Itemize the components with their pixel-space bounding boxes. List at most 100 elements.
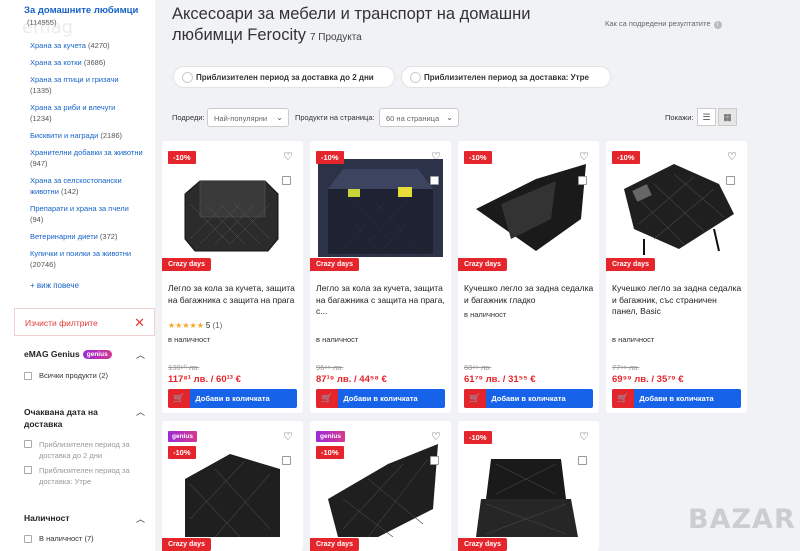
new-price: 61⁷⁹ лв. / 31⁵⁵ € bbox=[464, 374, 536, 385]
sidebar-subcategories: Храна за кучета (4270) Храна за котки (3… bbox=[30, 40, 152, 276]
sidebar-subcat-fish-food[interactable]: Храна за риби и влечуги (1234) bbox=[30, 102, 152, 124]
see-more-link[interactable]: + виж повече bbox=[30, 281, 79, 290]
sort-label: Подреди: bbox=[172, 113, 205, 122]
checkbox[interactable] bbox=[24, 535, 32, 543]
checkbox[interactable] bbox=[24, 440, 32, 448]
new-price: 69⁹⁹ лв. / 35⁷⁹ € bbox=[612, 374, 684, 385]
product-title[interactable]: Кучешко легло за задна седалка и багажни… bbox=[612, 283, 742, 318]
add-to-cart-button[interactable]: 🛒 Добави в количката bbox=[316, 389, 445, 408]
cart-icon: 🛒 bbox=[316, 389, 338, 408]
discount-badge: -10% bbox=[316, 151, 344, 164]
compare-checkbox[interactable] bbox=[578, 176, 587, 185]
product-title[interactable]: Легло за кола за кучета, защита на багаж… bbox=[168, 283, 298, 306]
heart-icon[interactable]: ♡ bbox=[431, 150, 441, 163]
heart-icon[interactable]: ♡ bbox=[579, 150, 589, 163]
add-to-cart-button[interactable]: 🛒 Добави в количката bbox=[464, 389, 593, 408]
stock-status: в наличност bbox=[316, 335, 359, 344]
chevron-up-icon[interactable]: ︿ bbox=[136, 512, 145, 525]
stock-status: в наличност bbox=[464, 310, 507, 319]
per-page-select[interactable]: 60 на страница ⌄ bbox=[379, 108, 459, 127]
add-to-cart-button[interactable]: 🛒 Добави в количката bbox=[612, 389, 741, 408]
product-image[interactable] bbox=[170, 159, 295, 257]
sidebar-subcat-treats[interactable]: Бисквити и награди (2186) bbox=[30, 130, 152, 141]
sidebar-subcat-bird-food[interactable]: Храна за птици и гризачи (1335) bbox=[30, 74, 152, 96]
discount-badge: -10% bbox=[612, 151, 640, 164]
cart-icon: 🛒 bbox=[464, 389, 486, 408]
delivery-filter-title: Очаквана дата на доставка bbox=[24, 407, 98, 429]
heart-icon[interactable]: ♡ bbox=[727, 150, 737, 163]
add-to-cart-button[interactable]: 🛒 Добави в количката bbox=[168, 389, 297, 408]
crazy-days-badge: Crazy days bbox=[162, 538, 211, 551]
list-view-icon[interactable]: ☰ bbox=[697, 108, 716, 126]
product-image[interactable] bbox=[466, 159, 591, 257]
sidebar-subcat-supplements[interactable]: Хранителни добавки за животни (947) bbox=[30, 147, 152, 169]
crazy-days-badge: Crazy days bbox=[458, 538, 507, 551]
sidebar-main-category[interactable]: За домашните любимци bbox=[24, 5, 138, 16]
genius-badge: genius bbox=[316, 431, 345, 442]
clear-filters-label: Изчисти филтрите bbox=[25, 318, 98, 328]
old-price: 130⁹⁰ лв. bbox=[168, 363, 200, 372]
chevron-up-icon[interactable]: ︿ bbox=[136, 348, 145, 361]
compare-checkbox[interactable] bbox=[578, 456, 587, 465]
chevron-down-icon: ⌄ bbox=[446, 113, 453, 122]
heart-icon[interactable]: ♡ bbox=[283, 150, 293, 163]
crazy-days-badge: Crazy days bbox=[458, 258, 507, 271]
sidebar-subcat-bowls[interactable]: Купички и поилки за животни (20746) bbox=[30, 248, 152, 270]
product-card[interactable]: -10% ♡ Crazy days Легло за кола за кучет… bbox=[310, 141, 451, 413]
compare-checkbox[interactable] bbox=[430, 456, 439, 465]
sidebar-subcat-farm-food[interactable]: Храна за селскостопански животни (142) bbox=[30, 175, 152, 197]
stock-status: в наличност bbox=[612, 335, 655, 344]
sidebar-subcat-dog-food[interactable]: Храна за кучета (4270) bbox=[30, 40, 152, 51]
discount-badge: -10% bbox=[316, 446, 344, 459]
sort-select[interactable]: Най-популярни ⌄ bbox=[207, 108, 289, 127]
product-image[interactable] bbox=[614, 159, 739, 257]
genius-option[interactable]: Всички продукти (2) bbox=[24, 371, 108, 380]
close-icon: ✕ bbox=[134, 315, 145, 330]
product-card[interactable]: -10% ♡ Crazy days Легло за кола за кучет… bbox=[162, 141, 303, 413]
product-card[interactable]: -10% ♡ Crazy days bbox=[458, 421, 599, 551]
ranking-info-link[interactable]: Как са подредени резултатите i bbox=[605, 19, 722, 29]
delivery-filter: Очаквана дата на доставка ︿ Приблизителе… bbox=[14, 396, 155, 498]
product-title[interactable]: Кучешко легло за задна седалка и багажни… bbox=[464, 283, 594, 306]
crazy-days-badge: Crazy days bbox=[310, 258, 359, 271]
checkbox[interactable] bbox=[24, 466, 32, 474]
chip-delivery-2days[interactable]: Приблизителен период за доставка до 2 дн… bbox=[173, 66, 395, 88]
compare-checkbox[interactable] bbox=[430, 176, 439, 185]
genius-pill: genius bbox=[82, 350, 112, 359]
radio-icon bbox=[410, 72, 421, 83]
product-image[interactable] bbox=[466, 439, 591, 537]
info-icon: i bbox=[713, 21, 722, 29]
heart-icon[interactable]: ♡ bbox=[283, 430, 293, 443]
discount-badge: -10% bbox=[168, 151, 196, 164]
product-card[interactable]: -10% ♡ Crazy days Кучешко легло за задна… bbox=[606, 141, 747, 413]
chevron-up-icon[interactable]: ︿ bbox=[136, 405, 145, 418]
compare-checkbox[interactable] bbox=[282, 456, 291, 465]
old-price: 96⁹⁹ лв. bbox=[316, 363, 344, 372]
product-card[interactable]: -10% ♡ Crazy days Кучешко легло за задна… bbox=[458, 141, 599, 413]
crazy-days-badge: Crazy days bbox=[162, 258, 211, 271]
genius-filter: eMAG Genius genius ︿ Всички продукти (2) bbox=[14, 340, 155, 390]
product-card[interactable]: genius -10% ♡ Crazy days bbox=[162, 421, 303, 551]
clear-filters-button[interactable]: Изчисти филтрите ✕ bbox=[14, 308, 155, 336]
product-title[interactable]: Легло за кола за кучета, защита на багаж… bbox=[316, 283, 446, 318]
discount-badge: -10% bbox=[464, 151, 492, 164]
compare-checkbox[interactable] bbox=[726, 176, 735, 185]
sidebar-subcat-vet-diets[interactable]: Ветеринарни диети (372) bbox=[30, 231, 152, 242]
sidebar-subcat-bees[interactable]: Препарати и храна за пчели (94) bbox=[30, 203, 152, 225]
heart-icon[interactable]: ♡ bbox=[579, 430, 589, 443]
product-card[interactable]: genius -10% ♡ Crazy days bbox=[310, 421, 451, 551]
stock-option[interactable]: В наличност (7) bbox=[24, 534, 94, 543]
heart-icon[interactable]: ♡ bbox=[431, 430, 441, 443]
star-icon: ★★★★★ bbox=[168, 321, 204, 330]
product-image[interactable] bbox=[318, 159, 443, 257]
checkbox[interactable] bbox=[24, 372, 32, 380]
stock-filter-title: Наличност bbox=[24, 513, 70, 523]
stock-filter: Наличност ︿ В наличност (7) bbox=[14, 504, 155, 551]
delivery-option-tomorrow[interactable]: Приблизителен период за доставка: Утре bbox=[24, 465, 149, 487]
sidebar-subcat-cat-food[interactable]: Храна за котки (3686) bbox=[30, 57, 152, 68]
chip-delivery-tomorrow[interactable]: Приблизителен период за доставка: Утре bbox=[401, 66, 611, 88]
new-price: 117⁸¹ лв. / 60¹³ € bbox=[168, 374, 241, 385]
compare-checkbox[interactable] bbox=[282, 176, 291, 185]
delivery-option-2days[interactable]: Приблизителен период за доставка до 2 дн… bbox=[24, 439, 149, 461]
grid-view-icon[interactable]: ▦ bbox=[718, 108, 737, 126]
